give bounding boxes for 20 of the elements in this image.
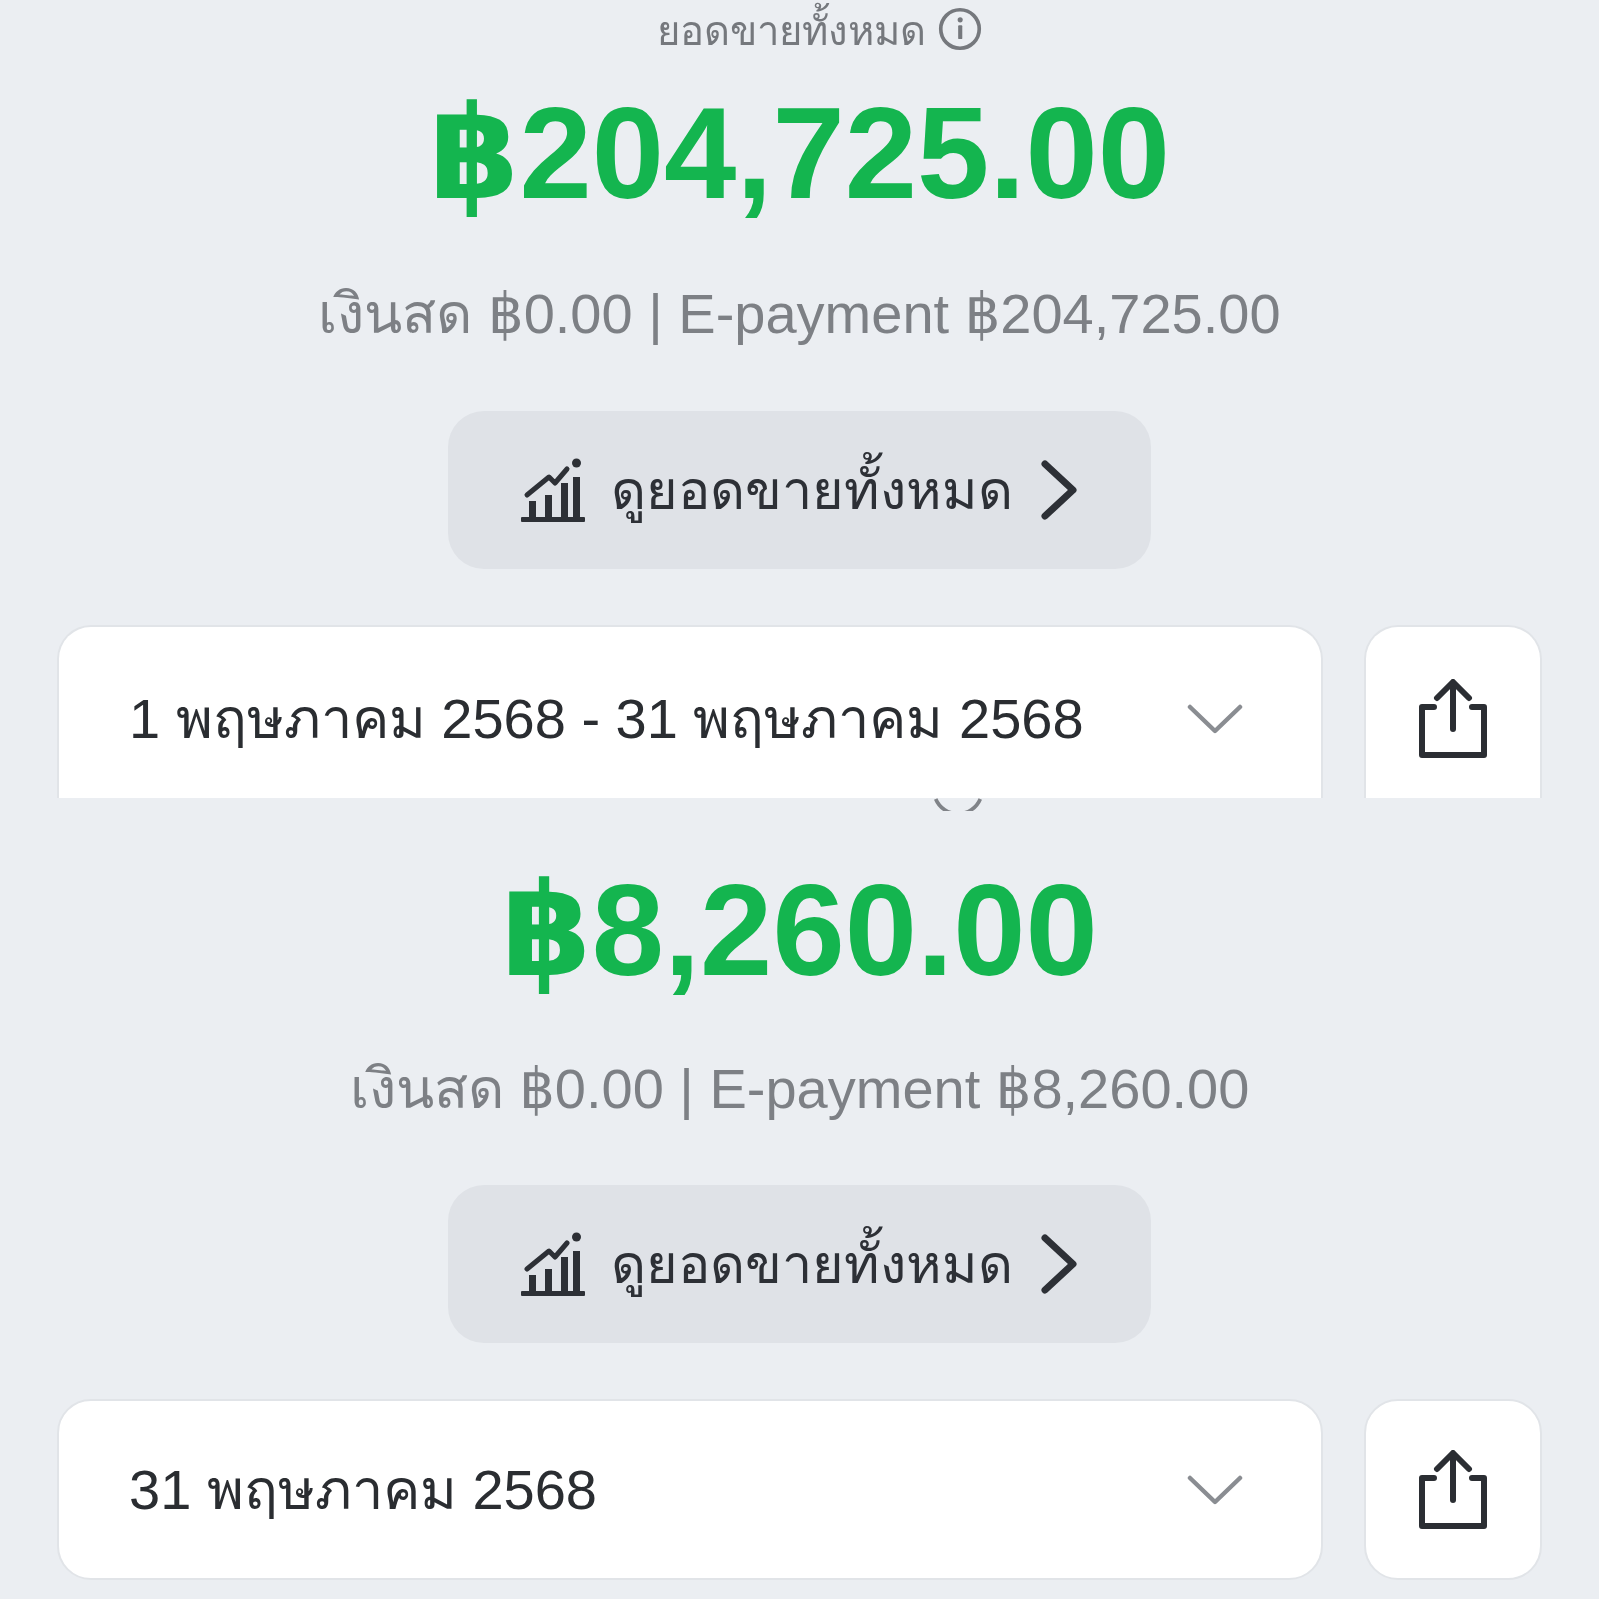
section-heading: ยอดขายทั้งหมด [657,0,926,60]
share-button[interactable] [1364,625,1542,798]
bar-chart-icon [520,457,585,523]
info-icon[interactable] [938,7,982,51]
payment-breakdown: เงินสด ฿0.00 | E-payment ฿204,725.00 [318,284,1281,344]
sales-total: ฿8,260.00 [501,860,1098,1000]
view-all-sales-button[interactable]: ดูยอดขายทั้งหมด [448,411,1151,569]
date-range-dropdown[interactable]: 1 พฤษภาคม 2568 - 31 พฤษภาคม 2568 [57,625,1323,798]
bar-chart-icon [520,1231,585,1297]
payment-breakdown: เงินสด ฿0.00 | E-payment ฿8,260.00 [349,1059,1250,1119]
chevron-down-icon [1187,1474,1243,1505]
view-all-sales-button[interactable]: ดูยอดขายทั้งหมด [448,1185,1151,1343]
chevron-down-icon [1187,703,1243,734]
chevron-right-icon [1038,1234,1079,1294]
date-range-dropdown[interactable]: 31 พฤษภาคม 2568 [57,1399,1323,1580]
share-icon [1418,678,1488,759]
share-button[interactable] [1364,1399,1542,1580]
share-icon [1418,1449,1488,1530]
sales-total: ฿204,725.00 [428,83,1171,223]
chevron-right-icon [1038,460,1079,520]
